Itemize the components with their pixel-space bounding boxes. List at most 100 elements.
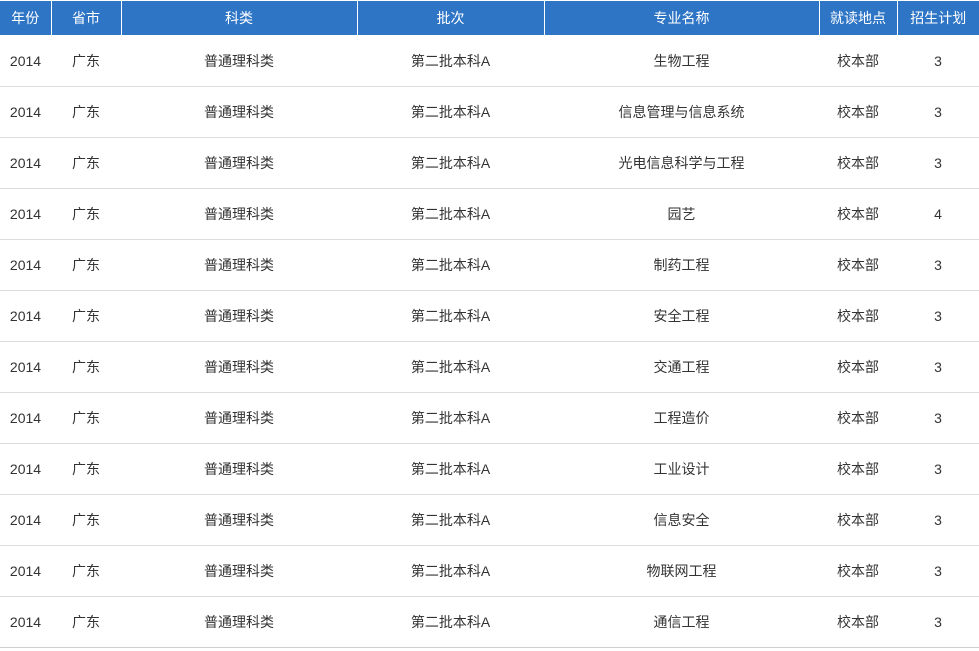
cell-location: 校本部 xyxy=(819,137,897,189)
cell-batch: 第二批本科A xyxy=(357,392,544,444)
table-row: 2014 广东 普通理科类 第二批本科A 生物工程 校本部 3 xyxy=(0,35,979,87)
cell-major: 信息安全 xyxy=(544,494,819,546)
cell-category: 普通理科类 xyxy=(121,86,357,138)
cell-major: 工程造价 xyxy=(544,392,819,444)
cell-location: 校本部 xyxy=(819,239,897,291)
cell-year: 2014 xyxy=(0,188,51,240)
cell-category: 普通理科类 xyxy=(121,443,357,495)
table-row: 2014 广东 普通理科类 第二批本科A 交通工程 校本部 3 xyxy=(0,341,979,393)
cell-batch: 第二批本科A xyxy=(357,596,544,648)
cell-category: 普通理科类 xyxy=(121,137,357,189)
cell-batch: 第二批本科A xyxy=(357,290,544,342)
cell-major: 交通工程 xyxy=(544,341,819,393)
cell-year: 2014 xyxy=(0,443,51,495)
cell-plan: 3 xyxy=(897,545,979,597)
cell-province: 广东 xyxy=(51,188,121,240)
cell-plan: 3 xyxy=(897,341,979,393)
cell-major: 生物工程 xyxy=(544,35,819,87)
cell-location: 校本部 xyxy=(819,443,897,495)
cell-category: 普通理科类 xyxy=(121,392,357,444)
cell-batch: 第二批本科A xyxy=(357,188,544,240)
cell-batch: 第二批本科A xyxy=(357,545,544,597)
cell-province: 广东 xyxy=(51,545,121,597)
cell-province: 广东 xyxy=(51,35,121,87)
cell-location: 校本部 xyxy=(819,35,897,87)
header-plan: 招生计划 xyxy=(896,0,979,36)
table-row: 2014 广东 普通理科类 第二批本科A 工程造价 校本部 3 xyxy=(0,392,979,444)
cell-batch: 第二批本科A xyxy=(357,443,544,495)
cell-category: 普通理科类 xyxy=(121,290,357,342)
cell-location: 校本部 xyxy=(819,596,897,648)
header-batch: 批次 xyxy=(356,0,544,36)
table-row: 2014 广东 普通理科类 第二批本科A 安全工程 校本部 3 xyxy=(0,290,979,342)
table-header-row: 年份 省市 科类 批次 专业名称 就读地点 招生计划 xyxy=(0,0,979,36)
cell-year: 2014 xyxy=(0,494,51,546)
cell-province: 广东 xyxy=(51,290,121,342)
cell-batch: 第二批本科A xyxy=(357,239,544,291)
cell-batch: 第二批本科A xyxy=(357,86,544,138)
cell-province: 广东 xyxy=(51,341,121,393)
cell-location: 校本部 xyxy=(819,86,897,138)
cell-year: 2014 xyxy=(0,137,51,189)
cell-location: 校本部 xyxy=(819,392,897,444)
cell-plan: 3 xyxy=(897,443,979,495)
cell-major: 物联网工程 xyxy=(544,545,819,597)
cell-category: 普通理科类 xyxy=(121,341,357,393)
cell-batch: 第二批本科A xyxy=(357,494,544,546)
cell-plan: 3 xyxy=(897,494,979,546)
cell-year: 2014 xyxy=(0,86,51,138)
cell-category: 普通理科类 xyxy=(121,494,357,546)
header-province: 省市 xyxy=(50,0,121,36)
cell-location: 校本部 xyxy=(819,341,897,393)
cell-year: 2014 xyxy=(0,596,51,648)
cell-location: 校本部 xyxy=(819,188,897,240)
cell-year: 2014 xyxy=(0,239,51,291)
cell-plan: 3 xyxy=(897,392,979,444)
cell-plan: 3 xyxy=(897,35,979,87)
cell-province: 广东 xyxy=(51,137,121,189)
cell-location: 校本部 xyxy=(819,290,897,342)
cell-year: 2014 xyxy=(0,35,51,87)
cell-year: 2014 xyxy=(0,290,51,342)
table-row: 2014 广东 普通理科类 第二批本科A 信息安全 校本部 3 xyxy=(0,494,979,546)
table-row: 2014 广东 普通理科类 第二批本科A 通信工程 校本部 3 xyxy=(0,596,979,648)
header-year: 年份 xyxy=(0,0,51,36)
table-row: 2014 广东 普通理科类 第二批本科A 园艺 校本部 4 xyxy=(0,188,979,240)
cell-location: 校本部 xyxy=(819,494,897,546)
cell-category: 普通理科类 xyxy=(121,35,357,87)
cell-category: 普通理科类 xyxy=(121,545,357,597)
cell-province: 广东 xyxy=(51,239,121,291)
cell-major: 光电信息科学与工程 xyxy=(544,137,819,189)
cell-year: 2014 xyxy=(0,392,51,444)
cell-plan: 3 xyxy=(897,596,979,648)
cell-major: 工业设计 xyxy=(544,443,819,495)
cell-plan: 3 xyxy=(897,137,979,189)
cell-major: 信息管理与信息系统 xyxy=(544,86,819,138)
cell-year: 2014 xyxy=(0,545,51,597)
cell-major: 制药工程 xyxy=(544,239,819,291)
table-row: 2014 广东 普通理科类 第二批本科A 物联网工程 校本部 3 xyxy=(0,545,979,597)
header-category: 科类 xyxy=(120,0,357,36)
table-row: 2014 广东 普通理科类 第二批本科A 光电信息科学与工程 校本部 3 xyxy=(0,137,979,189)
cell-major: 园艺 xyxy=(544,188,819,240)
cell-plan: 4 xyxy=(897,188,979,240)
cell-location: 校本部 xyxy=(819,545,897,597)
cell-batch: 第二批本科A xyxy=(357,341,544,393)
cell-major: 安全工程 xyxy=(544,290,819,342)
cell-year: 2014 xyxy=(0,341,51,393)
table-body: 2014 广东 普通理科类 第二批本科A 生物工程 校本部 3 2014 广东 普通理科类 第二批本… xyxy=(0,35,979,648)
cell-province: 广东 xyxy=(51,494,121,546)
cell-plan: 3 xyxy=(897,239,979,291)
cell-batch: 第二批本科A xyxy=(357,35,544,87)
table-row: 2014 广东 普通理科类 第二批本科A 制药工程 校本部 3 xyxy=(0,239,979,291)
cell-category: 普通理科类 xyxy=(121,596,357,648)
header-major: 专业名称 xyxy=(543,0,819,36)
cell-province: 广东 xyxy=(51,596,121,648)
cell-plan: 3 xyxy=(897,290,979,342)
table-row: 2014 广东 普通理科类 第二批本科A 信息管理与信息系统 校本部 3 xyxy=(0,86,979,138)
header-location: 就读地点 xyxy=(818,0,897,36)
cell-category: 普通理科类 xyxy=(121,188,357,240)
cell-major: 通信工程 xyxy=(544,596,819,648)
cell-plan: 3 xyxy=(897,86,979,138)
table-row: 2014 广东 普通理科类 第二批本科A 工业设计 校本部 3 xyxy=(0,443,979,495)
